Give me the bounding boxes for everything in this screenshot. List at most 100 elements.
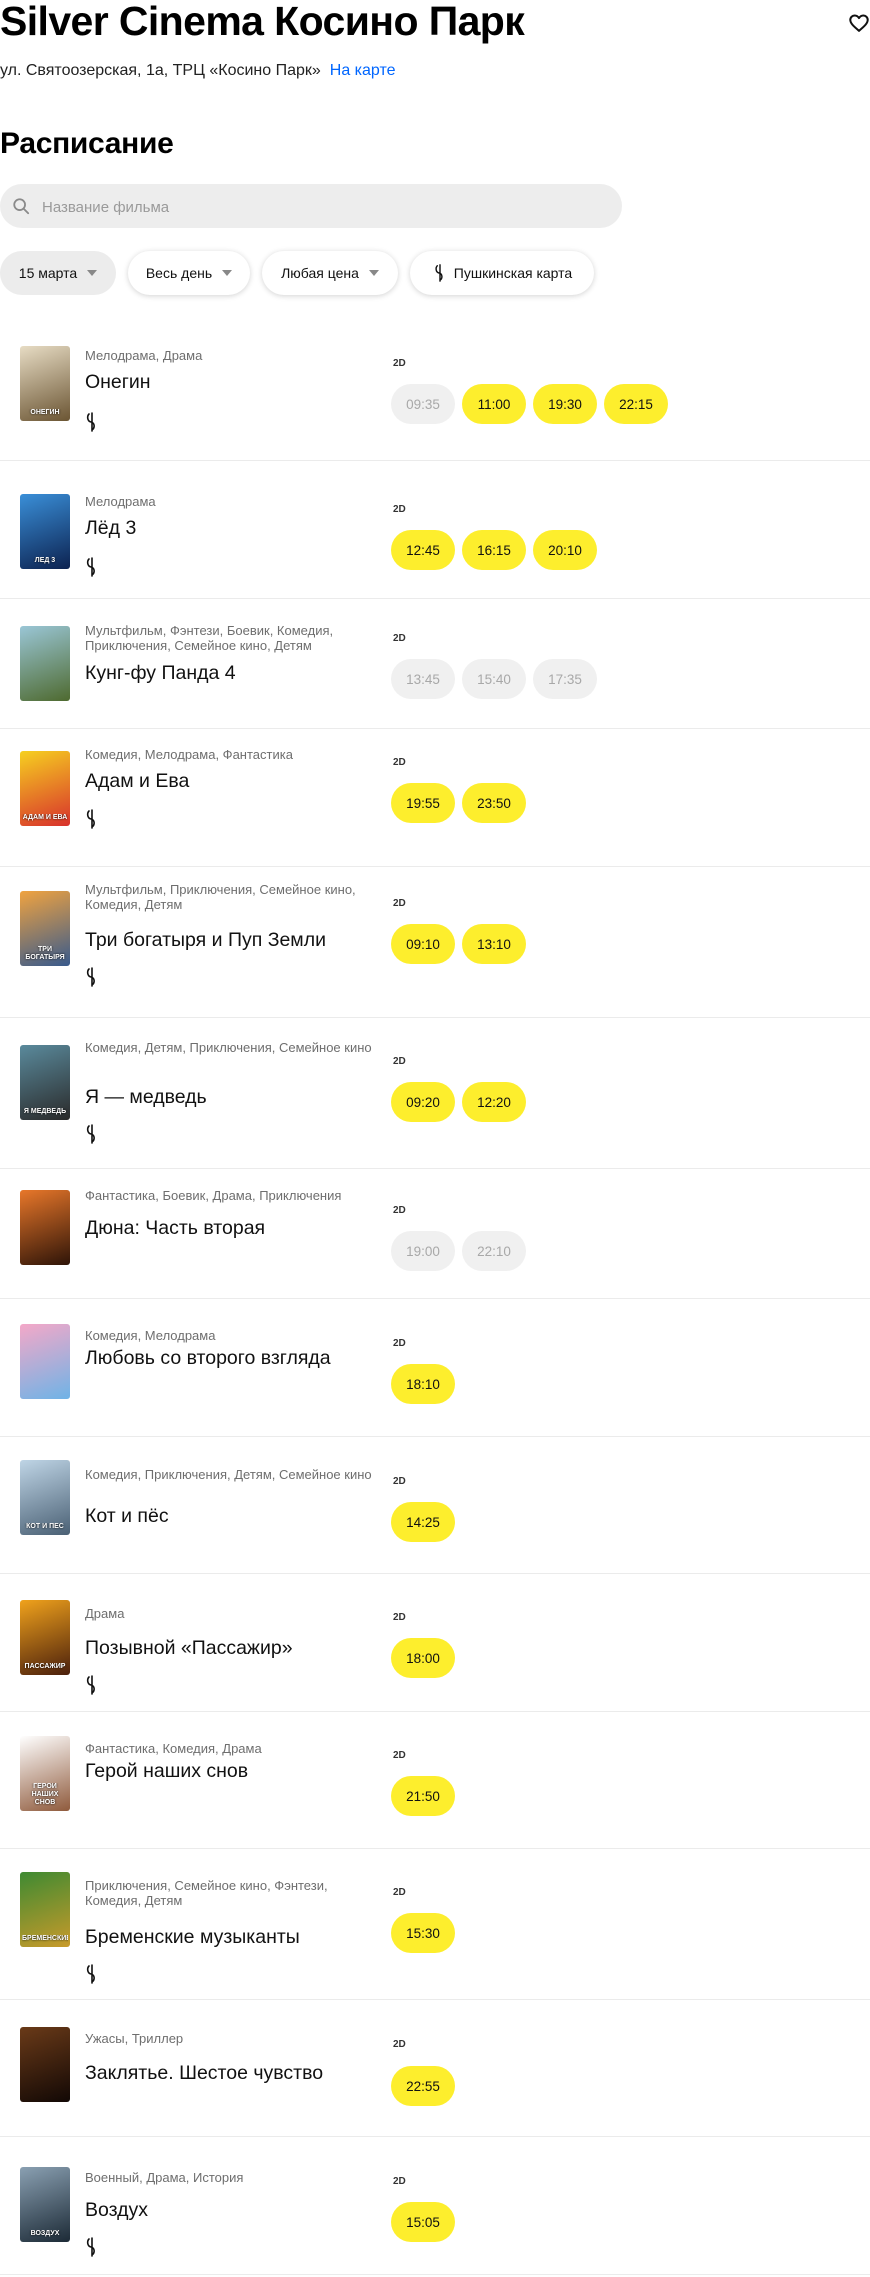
movie-poster[interactable]: Три богатыря	[20, 891, 70, 966]
movie-poster[interactable]: Воздух	[20, 2167, 70, 2242]
session-time-button[interactable]: 19:55	[391, 783, 455, 823]
format-label: 2D	[393, 1476, 406, 1487]
movie-row: Адам и Ева Комедия, Мелодрама, Фантастика…	[0, 729, 870, 867]
movie-title[interactable]: Три богатыря и Пуп Земли	[85, 928, 385, 952]
movie-genres: Комедия, Мелодрама, Фантастика	[85, 747, 293, 762]
movie-row: Ужасы, Триллер Заклятье. Шестое чувство 2D…	[0, 2000, 870, 2137]
session-time-button[interactable]: 21:50	[391, 1776, 455, 1816]
poster-title-art: Пассажир	[24, 1663, 66, 1670]
session-time-button[interactable]: 09:20	[391, 1082, 455, 1122]
session-time-button[interactable]: 22:55	[391, 2066, 455, 2106]
session-list: 09:20 12:20	[391, 1082, 533, 1122]
movie-title[interactable]: Любовь со второго взгляда	[85, 1346, 385, 1370]
movie-row: Герой наших снов Фантастика, Комедия, Дра…	[0, 1712, 870, 1849]
movie-poster[interactable]: Я медведь	[20, 1045, 70, 1120]
schedule-heading: Расписание	[0, 127, 174, 160]
poster-title-art: Три богатыря	[25, 946, 65, 961]
session-list: 18:10	[391, 1364, 462, 1404]
date-filter-label: 15 марта	[18, 265, 78, 281]
session-time-button[interactable]: 16:15	[462, 530, 526, 570]
movie-title[interactable]: Кот и пёс	[85, 1504, 385, 1528]
cinema-title: Silver Cinema Косино Парк	[0, 0, 525, 44]
movie-row: Я медведь Комедия, Детям, Приключения, Се…	[0, 1018, 870, 1169]
session-time-button[interactable]: 09:10	[391, 924, 455, 964]
session-time-button[interactable]: 13:10	[462, 924, 526, 964]
session-time-button[interactable]: 20:10	[533, 530, 597, 570]
session-list: 12:45 16:15 20:10	[391, 530, 604, 570]
session-list: 15:05	[391, 2202, 462, 2242]
heart-icon[interactable]	[848, 12, 870, 34]
price-filter[interactable]: Любая цена	[262, 251, 398, 295]
movie-row: Три богатыря Мультфильм, Приключения, Сем…	[0, 867, 870, 1018]
movie-row: Мультфильм, Фэнтези, Боевик, Комедия, Пр…	[0, 599, 870, 729]
address-text: ул. Святоозерская, 1а, ТРЦ «Косино Парк»	[0, 62, 321, 79]
session-time-button[interactable]: 18:00	[391, 1638, 455, 1678]
poster-title-art: Лёд 3	[34, 557, 56, 564]
movie-poster[interactable]: Бременские	[20, 1872, 70, 1947]
movie-title[interactable]: Адам и Ева	[85, 769, 385, 793]
poster-title-art: Герой наших снов	[31, 1783, 59, 1806]
session-time-button[interactable]: 12:20	[462, 1082, 526, 1122]
movie-genres: Фантастика, Боевик, Драма, Приключения	[85, 1188, 342, 1203]
pushkin-card-filter-label: Пушкинская карта	[453, 265, 573, 281]
movie-poster[interactable]	[20, 2027, 70, 2102]
movie-genres: Мелодрама, Драма	[85, 348, 203, 363]
time-filter[interactable]: Весь день	[128, 251, 250, 295]
movie-title[interactable]: Заклятье. Шестое чувство	[85, 2061, 385, 2085]
movie-genres: Военный, Драма, История	[85, 2170, 244, 2185]
format-label: 2D	[393, 504, 406, 515]
format-label: 2D	[393, 633, 406, 644]
movie-title[interactable]: Кунг-фу Панда 4	[85, 661, 385, 685]
movie-list: Онегин Мелодрама, Драма Онегин 2D 09:35 11:00…	[0, 332, 870, 2275]
movie-title[interactable]: Бременские музыканты	[85, 1925, 385, 1949]
movie-poster[interactable]	[20, 626, 70, 701]
poster-title-art: Адам и Ева	[22, 814, 68, 821]
movie-poster[interactable]	[20, 1324, 70, 1399]
movie-poster[interactable]: Пассажир	[20, 1600, 70, 1675]
session-time-button[interactable]: 18:10	[391, 1364, 455, 1404]
movie-poster[interactable]: Лёд 3	[20, 494, 70, 569]
film-search[interactable]	[0, 184, 622, 230]
movie-poster[interactable]: Кот и пёс	[20, 1460, 70, 1535]
session-time-past: 17:35	[533, 659, 597, 699]
session-time-button[interactable]: 23:50	[462, 783, 526, 823]
format-label: 2D	[393, 1205, 406, 1216]
session-time-button[interactable]: 14:25	[391, 1502, 455, 1542]
movie-poster[interactable]: Онегин	[20, 346, 70, 421]
session-time-past: 15:40	[462, 659, 526, 699]
session-time-button[interactable]: 11:00	[462, 384, 526, 424]
session-time-past: 09:35	[391, 384, 455, 424]
map-link[interactable]: На карте	[330, 62, 396, 79]
movie-poster[interactable]: Адам и Ева	[20, 751, 70, 826]
movie-title[interactable]: Позывной «Пассажир»	[85, 1636, 385, 1660]
format-label: 2D	[393, 1612, 406, 1623]
movie-title[interactable]: Дюна: Часть вторая	[85, 1216, 385, 1240]
format-label: 2D	[393, 1750, 406, 1761]
poster-title-art: Онегин	[30, 409, 60, 416]
session-list: 19:55 23:50	[391, 783, 533, 823]
session-time-button[interactable]: 15:30	[391, 1913, 455, 1953]
session-time-button[interactable]: 15:05	[391, 2202, 455, 2242]
pushkin-card-icon	[86, 1124, 95, 1144]
movie-poster[interactable]: Герой наших снов	[20, 1736, 70, 1811]
movie-row: Воздух Военный, Драма, История Воздух 2D 15:…	[0, 2137, 870, 2275]
session-list: 15:30	[391, 1913, 462, 1953]
session-time-button[interactable]: 22:15	[604, 384, 668, 424]
movie-title[interactable]: Лёд 3	[85, 516, 385, 540]
search-input[interactable]	[40, 184, 604, 230]
date-filter[interactable]: 15 марта	[0, 251, 116, 295]
movie-title[interactable]: Онегин	[85, 370, 385, 394]
movie-title[interactable]: Я — медведь	[85, 1085, 385, 1109]
search-icon	[13, 198, 30, 215]
movie-title[interactable]: Герой наших снов	[85, 1759, 385, 1783]
movie-poster[interactable]	[20, 1190, 70, 1265]
movie-genres: Комедия, Приключения, Детям, Семейное ки…	[85, 1467, 372, 1482]
pushkin-card-filter[interactable]: Пушкинская карта	[410, 251, 594, 295]
movie-title[interactable]: Воздух	[85, 2198, 385, 2222]
movie-genres: Мультфильм, Приключения, Семейное кино, …	[85, 882, 356, 912]
movie-row: Лёд 3 Мелодрама Лёд 3 2D 12:45 16:15 20:10	[0, 461, 870, 599]
session-time-button[interactable]: 19:30	[533, 384, 597, 424]
session-time-button[interactable]: 12:45	[391, 530, 455, 570]
caret-down-icon	[368, 270, 379, 276]
pushkin-card-icon	[86, 1964, 95, 1984]
